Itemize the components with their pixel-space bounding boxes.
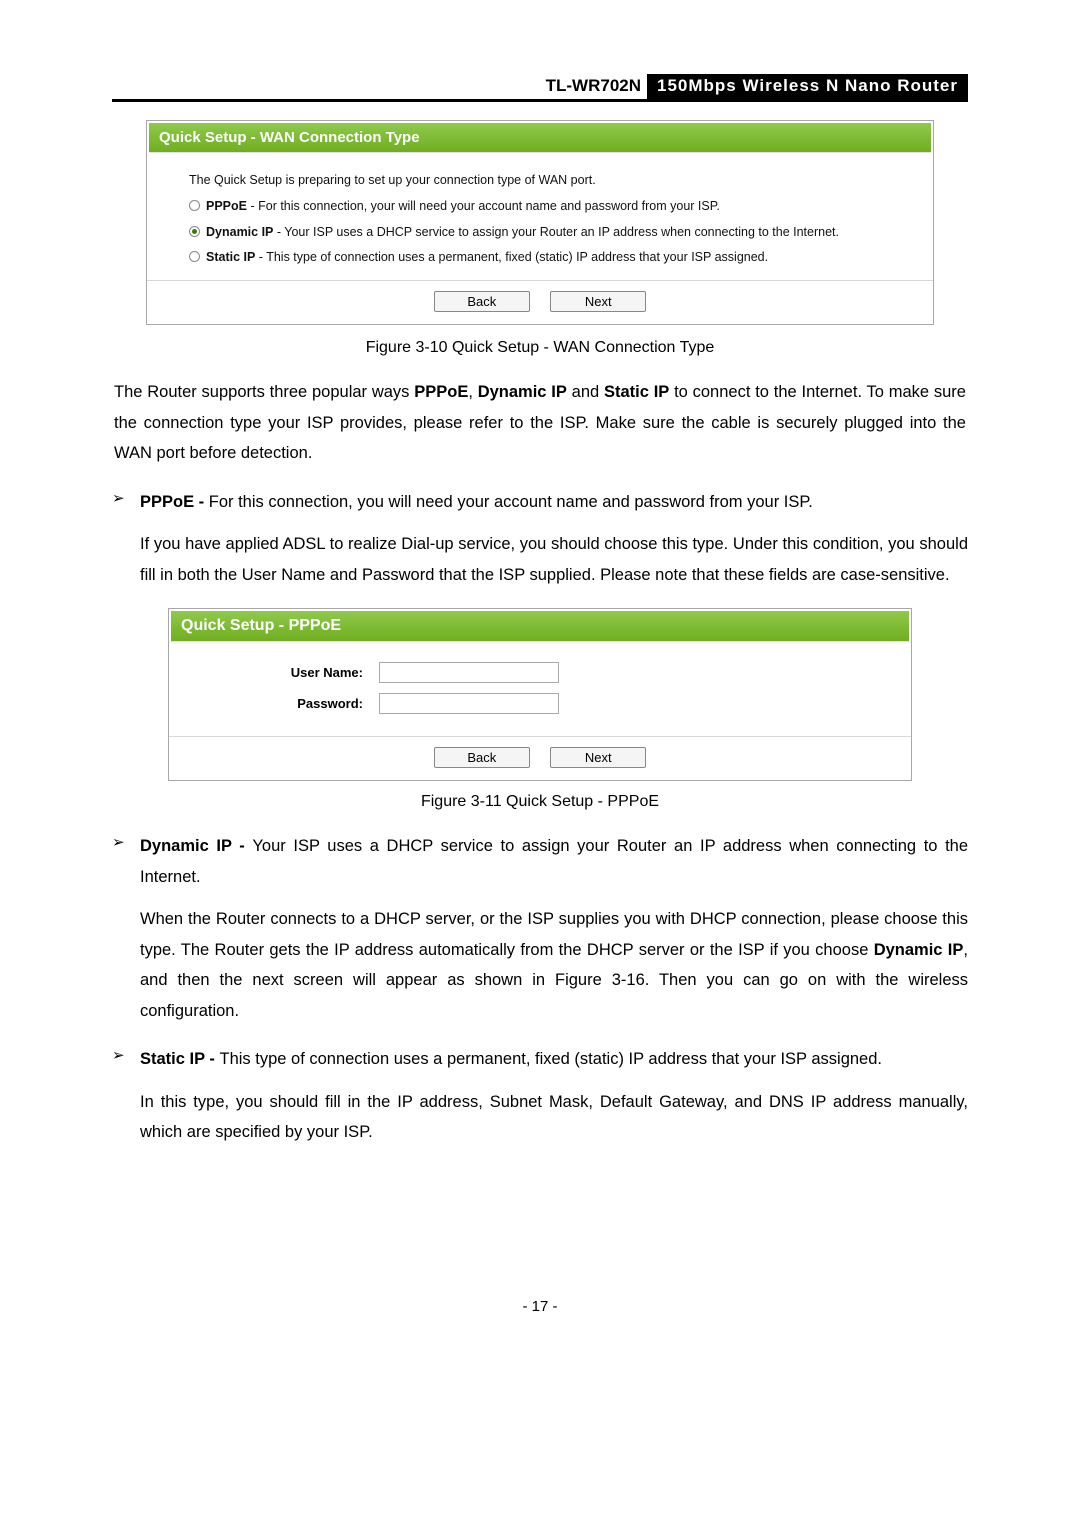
option-label: PPPoE - For this connection, your will n…: [206, 195, 720, 219]
username-label: User Name:: [189, 665, 379, 680]
list-item-static-ip: ➢ Static IP - This type of connection us…: [112, 1044, 968, 1075]
panel-title: Quick Setup - PPPoE: [171, 611, 909, 642]
list-item-content: PPPoE - For this connection, you will ne…: [140, 487, 968, 518]
bullet-arrow-icon: ➢: [112, 831, 140, 892]
pppoe-sub-paragraph: If you have applied ADSL to realize Dial…: [140, 529, 968, 590]
screenshot-wan-connection: Quick Setup - WAN Connection Type The Qu…: [146, 120, 934, 325]
intro-text: The Quick Setup is preparing to set up y…: [189, 169, 905, 193]
list-item-dynamic-ip: ➢ Dynamic IP - Your ISP uses a DHCP serv…: [112, 831, 968, 892]
radio-icon[interactable]: [189, 251, 200, 262]
password-input[interactable]: [379, 693, 559, 714]
list-item-content: Dynamic IP - Your ISP uses a DHCP servic…: [140, 831, 968, 892]
panel-body: User Name: Password:: [169, 644, 911, 737]
panel-body: The Quick Setup is preparing to set up y…: [147, 155, 933, 281]
password-row: Password:: [189, 693, 891, 714]
back-button[interactable]: Back: [434, 291, 530, 312]
document-title: 150Mbps Wireless N Nano Router: [647, 74, 968, 99]
figure-caption: Figure 3-11 Quick Setup - PPPoE: [112, 793, 968, 811]
username-row: User Name:: [189, 662, 891, 683]
model-number: TL-WR702N: [540, 74, 647, 98]
list-item-pppoe: ➢ PPPoE - For this connection, you will …: [112, 487, 968, 518]
screenshot-pppoe: Quick Setup - PPPoE User Name: Password:…: [168, 608, 912, 781]
panel-title: Quick Setup - WAN Connection Type: [149, 123, 931, 153]
document-header: TL-WR702N150Mbps Wireless N Nano Router: [112, 74, 968, 102]
bullet-arrow-icon: ➢: [112, 487, 140, 518]
page-number: - 17 -: [112, 1298, 968, 1315]
button-row: Back Next: [169, 737, 911, 780]
static-sub-paragraph: In this type, you should fill in the IP …: [140, 1087, 968, 1148]
option-pppoe[interactable]: PPPoE - For this connection, your will n…: [189, 195, 905, 219]
dynamic-sub-paragraph: When the Router connects to a DHCP serve…: [140, 904, 968, 1026]
figure-caption: Figure 3-10 Quick Setup - WAN Connection…: [112, 339, 968, 357]
list-item-content: Static IP - This type of connection uses…: [140, 1044, 968, 1075]
bullet-arrow-icon: ➢: [112, 1044, 140, 1075]
back-button[interactable]: Back: [434, 747, 530, 768]
username-input[interactable]: [379, 662, 559, 683]
next-button[interactable]: Next: [550, 747, 646, 768]
next-button[interactable]: Next: [550, 291, 646, 312]
paragraph-intro: The Router supports three popular ways P…: [114, 377, 966, 469]
option-static-ip[interactable]: Static IP - This type of connection uses…: [189, 246, 905, 270]
password-label: Password:: [189, 696, 379, 711]
option-dynamic-ip[interactable]: Dynamic IP - Your ISP uses a DHCP servic…: [189, 221, 905, 245]
option-label: Static IP - This type of connection uses…: [206, 246, 768, 270]
button-row: Back Next: [147, 281, 933, 324]
radio-icon[interactable]: [189, 200, 200, 211]
radio-icon[interactable]: [189, 226, 200, 237]
option-label: Dynamic IP - Your ISP uses a DHCP servic…: [206, 221, 839, 245]
